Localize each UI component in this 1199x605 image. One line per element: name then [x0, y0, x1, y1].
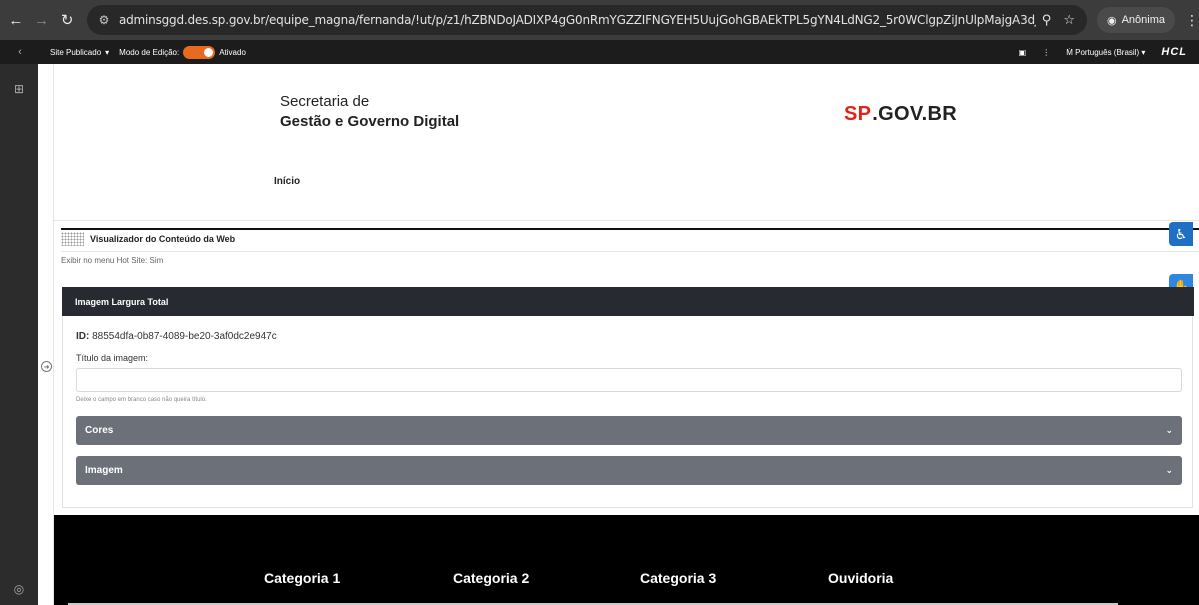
url-text[interactable]: adminsggd.des.sp.gov.br/equipe_magna/fer… [119, 13, 1036, 27]
browser-menu-icon[interactable]: ⋮ [1185, 12, 1199, 29]
header-divider [54, 220, 1199, 221]
brand-line1: Secretaria de [280, 93, 370, 110]
content-id-label: ID: [76, 331, 90, 342]
left-rail: ⊞ ◎ [0, 64, 38, 605]
site-published-label: Site Publicado [50, 47, 102, 57]
incognito-badge[interactable]: ◉ Anônima [1096, 7, 1175, 33]
site-published-menu[interactable]: Site Publicado ▾ [50, 48, 109, 57]
back-arrow-icon[interactable]: ← [6, 8, 26, 32]
sp-gov-logo[interactable]: SP .GOV.BR [844, 103, 957, 126]
hotsite-text: Exibir no menu Hot Site: Sim [61, 256, 164, 265]
image-title-label: Título da imagem: [76, 353, 149, 363]
sp-logo-mark: SP [844, 103, 872, 125]
forward-arrow-icon[interactable]: → [32, 8, 52, 32]
expand-circle-icon[interactable]: ➜ [41, 361, 52, 372]
content-id-value: 88554dfa-0b87-4089-be20-3af0dc2e947c [92, 331, 277, 342]
card-header: Imagem Largura Total [62, 287, 1194, 316]
section-cores[interactable]: Cores ⌄ [76, 416, 1182, 445]
caret-down-icon: ▾ [105, 47, 110, 57]
site-info-icon[interactable]: ⚙ [95, 11, 113, 29]
content-card: Imagem Largura Total ID: 88554dfa-0b87-4… [62, 287, 1194, 508]
reload-icon[interactable]: ↻ [57, 8, 77, 32]
portlet-top-border [61, 228, 1199, 230]
image-title-help: Deixe o campo em branco caso não queira … [76, 397, 207, 403]
brand-line2: Gestão e Governo Digital [280, 113, 460, 130]
portlet-divider [61, 251, 1199, 252]
edit-mode-label: Modo de Edição: [119, 47, 180, 57]
footer-link-ouvidoria[interactable]: Ouvidoria [828, 570, 893, 586]
chevron-down-icon: ⌄ [1165, 425, 1173, 435]
incognito-label: Anônima [1121, 14, 1165, 26]
site-footer [54, 515, 1199, 605]
footer-link-categoria-3[interactable]: Categoria 3 [640, 570, 716, 586]
hcl-logo: HCL [1161, 46, 1187, 58]
control-options-icon[interactable]: ⋮ [1042, 48, 1050, 57]
edit-mode-toggle[interactable] [183, 45, 216, 59]
address-bar[interactable]: ⚙ adminsggd.des.sp.gov.br/equipe_magna/f… [86, 5, 1087, 35]
add-panel-icon[interactable]: ⊞ [12, 82, 26, 96]
page-panel-icon[interactable]: ▣ [1019, 48, 1027, 57]
section-imagem[interactable]: Imagem ⌄ [76, 456, 1182, 485]
image-title-input[interactable] [76, 368, 1182, 392]
section-cores-label: Cores [85, 425, 114, 436]
edit-mode-state: Ativado [219, 47, 246, 57]
translate-icon: Ṁ [1066, 47, 1073, 57]
secretaria-brand[interactable]: Secretaria de Gestão e Governo Digital [280, 92, 459, 132]
chevron-down-icon: ⌄ [1165, 465, 1173, 475]
control-bar: ‹ Site Publicado ▾ Modo de Edição: Ativa… [0, 40, 1199, 64]
portlet-topper: Visualizador do Conteúdo da Web [61, 232, 235, 246]
control-back-icon[interactable]: ‹ [0, 46, 40, 58]
nav-home-link[interactable]: Início [274, 176, 300, 187]
sp-logo-text: .GOV.BR [872, 103, 957, 125]
language-label: Português (Brasil) [1075, 47, 1140, 57]
bookmark-star-icon[interactable]: ☆ [1063, 12, 1075, 28]
footer-link-categoria-2[interactable]: Categoria 2 [453, 570, 529, 586]
browser-toolbar: ← → ↻ ⚙ adminsggd.des.sp.gov.br/equipe_m… [0, 0, 1199, 40]
portlet-title: Visualizador do Conteúdo da Web [90, 234, 236, 244]
edit-mode-control: Modo de Edição: Ativado [119, 45, 246, 59]
zoom-icon[interactable]: ⚲ [1042, 12, 1052, 28]
drag-handle-icon[interactable] [61, 232, 84, 246]
accessibility-icon[interactable]: ♿ [1169, 222, 1193, 246]
help-lifebuoy-icon[interactable]: ◎ [12, 582, 26, 596]
language-selector[interactable]: Ṁ Português (Brasil) ▾ [1066, 48, 1145, 57]
content-id: ID: 88554dfa-0b87-4089-be20-3af0dc2e947c [76, 331, 277, 342]
page-content: ➜ Secretaria de Gestão e Governo Digital… [38, 64, 1199, 605]
caret-down-icon: ▾ [1141, 47, 1146, 57]
section-imagem-label: Imagem [85, 465, 123, 476]
footer-link-categoria-1[interactable]: Categoria 1 [264, 570, 340, 586]
incognito-icon: ◉ [1106, 14, 1117, 27]
